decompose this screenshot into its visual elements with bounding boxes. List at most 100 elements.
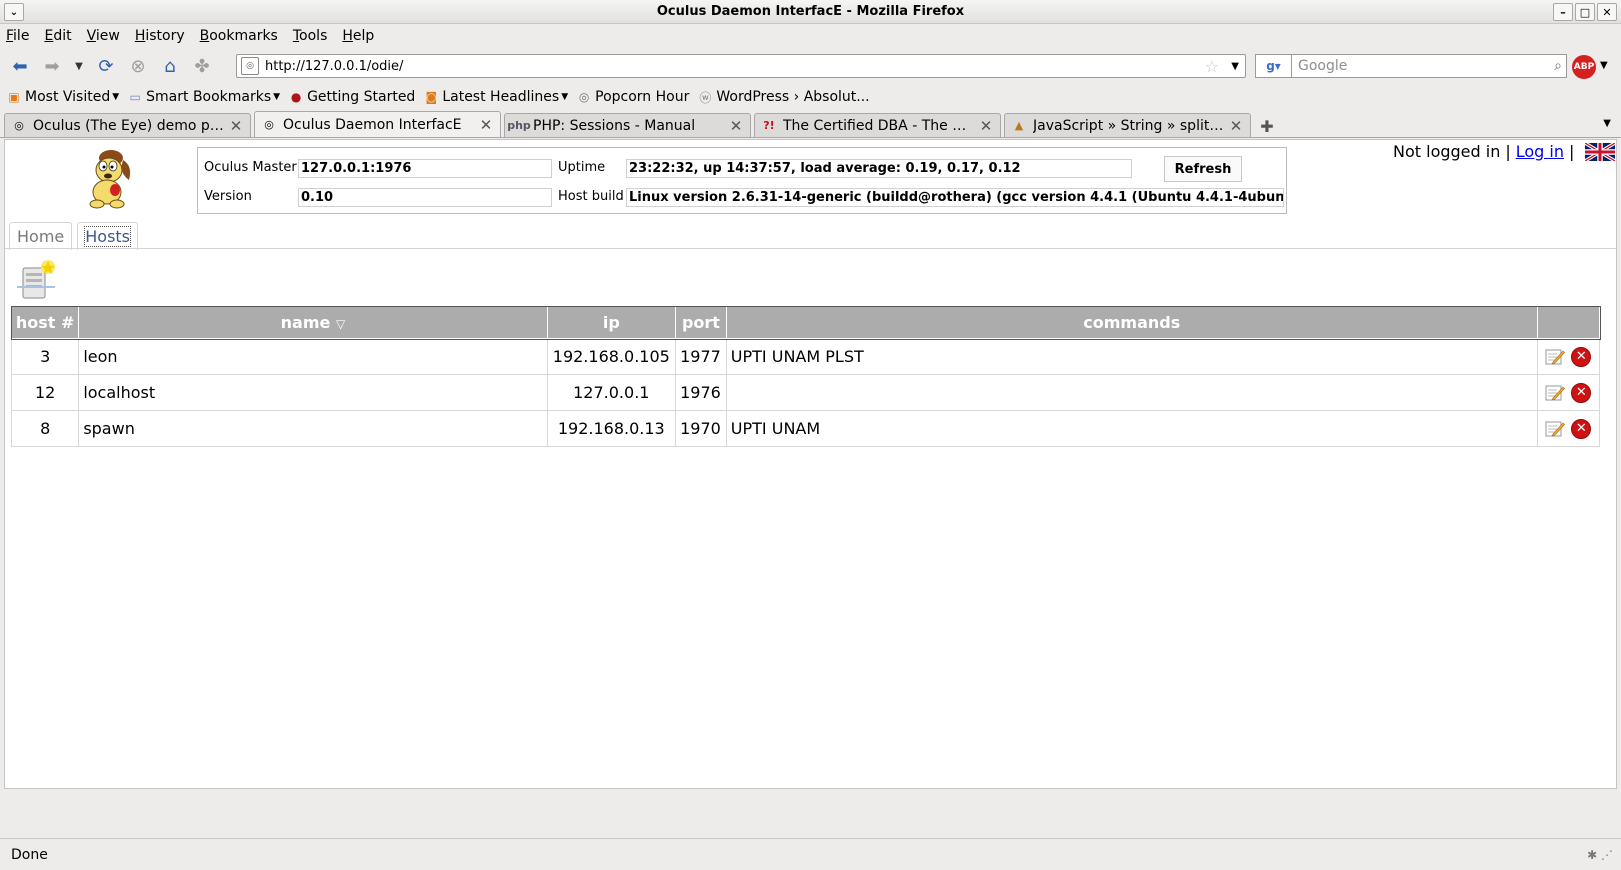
home-icon[interactable]: ⌂ [158, 54, 182, 78]
reload-icon[interactable]: ⟳ [94, 54, 118, 78]
menu-view[interactable]: View [87, 28, 120, 44]
folder-icon: ▭ [129, 90, 141, 104]
rss-icon: ◙ [425, 90, 438, 104]
odie-dog-logo [89, 150, 131, 209]
search-placeholder: Google [1298, 58, 1348, 74]
login-status: Not logged in | Log in | [1393, 142, 1616, 161]
tab-home[interactable]: Home [9, 222, 73, 250]
browser-tab-certified-dba[interactable]: ?! The Certified DBA - The Dail... ✕ [754, 113, 1001, 137]
column-header-ip[interactable]: ip [546, 306, 677, 339]
table-header-row: host # name ▽ ip port commands [10, 305, 1601, 340]
adblock-icon[interactable]: ABP [1572, 55, 1596, 79]
browser-tab-oculus-demo[interactable]: ◎ Oculus (The Eye) demo page ✕ [4, 113, 251, 137]
delete-icon[interactable]: ✕ [1571, 382, 1592, 403]
cell-host-number: 3 [10, 338, 80, 375]
column-header-host[interactable]: host # [10, 306, 80, 339]
column-header-name[interactable]: name ▽ [78, 306, 548, 339]
column-header-port[interactable]: port [675, 306, 727, 339]
sort-descending-icon: ▽ [335, 317, 346, 331]
version-value: 0.10 [298, 188, 552, 207]
column-header-commands[interactable]: commands [725, 306, 1538, 339]
close-tab-icon[interactable]: ✕ [728, 117, 744, 135]
edit-icon[interactable] [1545, 348, 1566, 366]
delete-icon[interactable]: ✕ [1571, 418, 1592, 439]
column-header-name-label: name [280, 313, 331, 332]
refresh-button[interactable]: Refresh [1164, 156, 1242, 182]
close-tab-icon[interactable]: ✕ [228, 117, 244, 135]
host-build-label: Host build [558, 189, 624, 204]
tab-label: PHP: Sessions - Manual [533, 117, 696, 134]
addon-icon[interactable]: ✤ [190, 54, 214, 78]
menu-file[interactable]: File [6, 28, 29, 44]
forward-arrow-icon[interactable]: ➡ [40, 54, 64, 78]
bookmark-most-visited[interactable]: ▣ Most Visited ▼ [6, 89, 119, 105]
close-tab-icon[interactable]: ✕ [1228, 117, 1244, 135]
cell-commands [725, 374, 1538, 411]
edit-icon[interactable] [1545, 420, 1566, 438]
tab-home-label: Home [17, 227, 65, 246]
delete-icon[interactable]: ✕ [1571, 346, 1592, 367]
bookmark-popcorn-hour[interactable]: ◎ Popcorn Hour [576, 89, 689, 105]
edit-icon[interactable] [1545, 384, 1566, 402]
url-bar[interactable]: ◎ http://127.0.0.1/odie/ ☆ ▼ [236, 54, 1246, 78]
bookmark-label: Latest Headlines [442, 89, 560, 105]
menu-edit[interactable]: Edit [44, 28, 71, 44]
resize-grip-icon[interactable]: ⋰ [1601, 848, 1613, 862]
uptime-label: Uptime [558, 160, 606, 175]
version-label: Version [204, 189, 252, 204]
window-menu-icon[interactable]: ⌄ [4, 3, 24, 21]
uk-flag-icon[interactable] [1585, 142, 1616, 161]
cell-actions: ✕ [1536, 374, 1601, 411]
chevron-down-icon: ▼ [561, 92, 569, 102]
cell-name: leon [78, 338, 548, 375]
menu-help[interactable]: Help [342, 28, 374, 44]
login-separator: | [1505, 142, 1511, 161]
close-icon[interactable]: ✕ [1597, 3, 1617, 21]
search-engine-icon[interactable]: g▾ [1255, 54, 1291, 78]
url-text[interactable]: http://127.0.0.1/odie/ [265, 59, 403, 74]
page-icon: ◎ [14, 119, 24, 132]
minimize-icon[interactable]: – [1553, 3, 1573, 21]
bookmark-latest-headlines[interactable]: ◙ Latest Headlines ▼ [423, 89, 569, 105]
bug-icon[interactable]: ✱ [1587, 848, 1597, 862]
browser-tab-javascript-split[interactable]: ▲ JavaScript » String » split - D... ✕ [1004, 113, 1251, 137]
status-bar-icons: ✱ ⋰ [1587, 848, 1613, 862]
browser-tab-oculus-daemon[interactable]: ◎ Oculus Daemon InterfacE ✕ [254, 111, 501, 137]
menu-history[interactable]: History [135, 28, 185, 44]
cell-ip: 192.168.0.13 [546, 410, 677, 447]
history-dropdown-icon[interactable]: ▼ [72, 54, 86, 78]
cell-commands: UPTI UNAM [725, 410, 1538, 447]
table-row: 3 leon 192.168.0.105 1977 UPTI UNAM PLST [10, 338, 1601, 375]
browser-tab-bar: ◎ Oculus (The Eye) demo page ✕ ◎ Oculus … [0, 111, 1621, 138]
tab-hosts[interactable]: Hosts [77, 222, 139, 250]
back-arrow-icon[interactable]: ⬅ [8, 54, 32, 78]
search-input[interactable]: Google ⌕ [1291, 54, 1567, 78]
add-host-icon[interactable] [15, 258, 59, 302]
oculus-master-value: 127.0.0.1:1976 [298, 159, 552, 178]
site-identity-icon[interactable]: ◎ [241, 57, 259, 75]
adblock-dropdown-icon[interactable]: ▼ [1600, 60, 1608, 71]
browser-tab-php-sessions[interactable]: php PHP: Sessions - Manual ✕ [504, 113, 751, 137]
new-tab-icon[interactable]: ✚ [1256, 115, 1278, 137]
tab-list-dropdown-icon[interactable]: ▼ [1603, 118, 1611, 129]
menu-tools[interactable]: Tools [293, 28, 328, 44]
login-link[interactable]: Log in [1516, 142, 1564, 161]
close-tab-icon[interactable]: ✕ [478, 116, 494, 134]
maximize-icon[interactable]: □ [1575, 3, 1595, 21]
url-dropdown-icon[interactable]: ▼ [1231, 61, 1239, 72]
bookmark-wordpress[interactable]: ⓦ WordPress › Absolut... [697, 89, 869, 105]
close-tab-icon[interactable]: ✕ [978, 117, 994, 135]
search-icon[interactable]: ⌕ [1554, 58, 1562, 74]
bookmark-getting-started[interactable]: ● Getting Started [288, 89, 416, 105]
cell-commands: UPTI UNAM PLST [725, 338, 1538, 375]
bookmark-star-icon[interactable]: ☆ [1205, 57, 1219, 76]
cell-name: spawn [78, 410, 548, 447]
bookmark-smart-bookmarks[interactable]: ▭ Smart Bookmarks ▼ [127, 89, 280, 105]
tab-label: Oculus Daemon InterfacE [283, 116, 462, 133]
menu-bookmarks[interactable]: Bookmarks [200, 28, 278, 44]
dailywtf-icon: ?! [763, 119, 775, 132]
bookmark-label: Smart Bookmarks [146, 89, 272, 105]
stop-icon[interactable]: ⊗ [126, 54, 150, 78]
bookmark-label: Getting Started [307, 89, 416, 105]
cell-actions: ✕ [1536, 338, 1601, 375]
